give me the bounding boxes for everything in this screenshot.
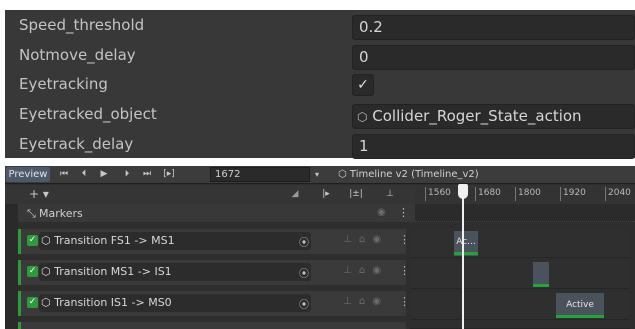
ruler-tick bbox=[515, 187, 516, 201]
eyetracking-label: Eyetracking bbox=[19, 75, 108, 93]
pin-icon[interactable]: ⊥ bbox=[383, 187, 397, 202]
timeline-asset-label[interactable]: ⬡ Timeline v2 (Timeline_v2) bbox=[338, 167, 479, 182]
track-label: ⬡ Transition FS1 -> MS1 bbox=[41, 234, 175, 247]
track-icon: ⬡ bbox=[41, 265, 55, 278]
track-lane[interactable]: Active bbox=[410, 291, 630, 320]
track-icon: ⬡ bbox=[41, 296, 55, 309]
ruler-label: 1800 bbox=[518, 188, 541, 198]
track-header[interactable]: ✓ ⬡ Transition FS1 -> MS1 ⦿ ⊥ ⌂ ◉ ⋮ bbox=[18, 229, 410, 254]
eyetrack-delay-label: Eyetrack_delay bbox=[19, 135, 134, 153]
ruler-tick bbox=[475, 187, 476, 201]
track-enabled-checkbox[interactable]: ✓ bbox=[27, 297, 38, 308]
ruler-label: 1920 bbox=[563, 188, 586, 198]
eyetracked-object-field[interactable]: ⬡ Collider_Roger_State_action bbox=[352, 104, 635, 129]
ruler-tick bbox=[425, 187, 426, 201]
eyetracked-object-value: Collider_Roger_State_action bbox=[372, 107, 582, 125]
track-menu-icon[interactable]: ⋮ bbox=[399, 264, 410, 277]
clip-active-bar bbox=[556, 315, 604, 318]
range-play-icon[interactable]: [▸] bbox=[160, 167, 178, 182]
markers-menu-icon[interactable]: ⋮ bbox=[398, 206, 409, 219]
track-menu-icon[interactable]: ⋮ bbox=[399, 233, 410, 246]
ruler-label: 1560 bbox=[428, 188, 451, 198]
markers-icon: ⤡ bbox=[27, 207, 36, 220]
markers-lane[interactable] bbox=[415, 204, 635, 222]
timeline-asset-name: Timeline v2 (Timeline_v2) bbox=[349, 169, 479, 180]
track-lane bbox=[410, 322, 630, 329]
track-lock-mute-icons[interactable]: ⊥ ⌂ ◉ bbox=[343, 234, 383, 245]
asset-dropdown-icon[interactable]: ▾ bbox=[315, 167, 331, 182]
speed-threshold-field[interactable]: 0.2 bbox=[352, 15, 635, 40]
eyetrack-delay-field[interactable]: 1 bbox=[352, 134, 635, 159]
playhead-line[interactable] bbox=[462, 184, 464, 329]
time-ruler[interactable]: 1560 1680 1800 1920 2040 bbox=[415, 185, 635, 204]
track-menu-icon[interactable]: ⋮ bbox=[399, 295, 410, 308]
frame-field[interactable]: 1672 bbox=[210, 167, 310, 182]
ruler-tick bbox=[605, 187, 606, 201]
track-enabled-checkbox[interactable]: ✓ bbox=[27, 266, 38, 277]
track-lane[interactable] bbox=[410, 260, 630, 289]
ripple-icon[interactable]: |▸ bbox=[318, 187, 334, 202]
inspector-panel: Speed_threshold 0.2 Notmove_delay 0 Eyet… bbox=[5, 10, 635, 159]
snap-icon[interactable]: ◢ bbox=[287, 187, 303, 202]
track-lock-mute-icons[interactable]: ⊥ ⌂ ◉ bbox=[343, 296, 383, 307]
ruler-label: 1680 bbox=[478, 188, 501, 198]
track-icon: ⬡ bbox=[41, 234, 55, 247]
track-header[interactable]: ✓ ⬡ Transition MS1 -> IS1 ⦿ ⊥ ⌂ ◉ ⋮ bbox=[18, 260, 410, 285]
ruler-label: 2040 bbox=[608, 188, 631, 198]
timeline-toolbar: Preview ⏮ ⏴ ▶ ⏵ ⏭ [▸] 1672 ▾ ⬡ Timeline … bbox=[5, 166, 635, 184]
track-toolbar: + ▾ ◢ |▸ |±| ⊥ bbox=[5, 185, 415, 204]
first-frame-icon[interactable]: ⏮ bbox=[57, 167, 71, 182]
play-icon[interactable]: ▶ bbox=[97, 167, 111, 182]
prev-frame-icon[interactable]: ⏴ bbox=[77, 167, 91, 182]
track-header[interactable]: ✓ ⬡ Transition IS1 -> MS0 ⦿ ⊥ ⌂ ◉ ⋮ bbox=[18, 291, 410, 316]
track-label: ⬡ Transition MS1 -> IS1 bbox=[41, 265, 172, 278]
speed-threshold-label: Speed_threshold bbox=[19, 16, 145, 34]
cube-icon: ⬡ bbox=[357, 110, 368, 124]
target-icon[interactable]: ⦿ bbox=[299, 296, 309, 311]
track-group-gutter bbox=[5, 204, 18, 329]
track-enabled-checkbox[interactable]: ✓ bbox=[27, 235, 38, 246]
frame-all-icon[interactable]: |±| bbox=[347, 187, 365, 202]
next-frame-icon[interactable]: ⏵ bbox=[120, 167, 134, 182]
ruler-tick bbox=[560, 187, 561, 201]
visibility-icon[interactable]: ◉ bbox=[377, 207, 386, 218]
eyetracked-object-label: Eyetracked_object bbox=[19, 105, 157, 123]
track-lane[interactable]: Ac... bbox=[410, 229, 630, 258]
track-lock-mute-icons[interactable]: ⊥ ⌂ ◉ bbox=[343, 265, 383, 276]
preview-button[interactable]: Preview bbox=[6, 167, 50, 182]
clip-active-bar bbox=[454, 252, 478, 255]
add-track-button[interactable]: + ▾ bbox=[25, 187, 53, 202]
target-icon[interactable]: ⦿ bbox=[299, 265, 309, 280]
notmove-delay-field[interactable]: 0 bbox=[352, 45, 635, 70]
markers-label: Markers bbox=[39, 207, 83, 220]
target-icon[interactable]: ⦿ bbox=[299, 234, 309, 249]
markers-row[interactable]: ⤡ Markers ◉ ⋮ bbox=[5, 204, 415, 222]
timeline-asset-icon: ⬡ bbox=[338, 169, 350, 180]
clip-active-bar bbox=[533, 284, 549, 287]
track-label: ⬡ Transition IS1 -> MS0 bbox=[41, 296, 172, 309]
last-frame-icon[interactable]: ⏭ bbox=[140, 167, 154, 182]
track-header bbox=[18, 322, 406, 329]
eyetracking-checkbox[interactable]: ✓ bbox=[352, 74, 374, 96]
notmove-delay-label: Notmove_delay bbox=[19, 46, 136, 64]
